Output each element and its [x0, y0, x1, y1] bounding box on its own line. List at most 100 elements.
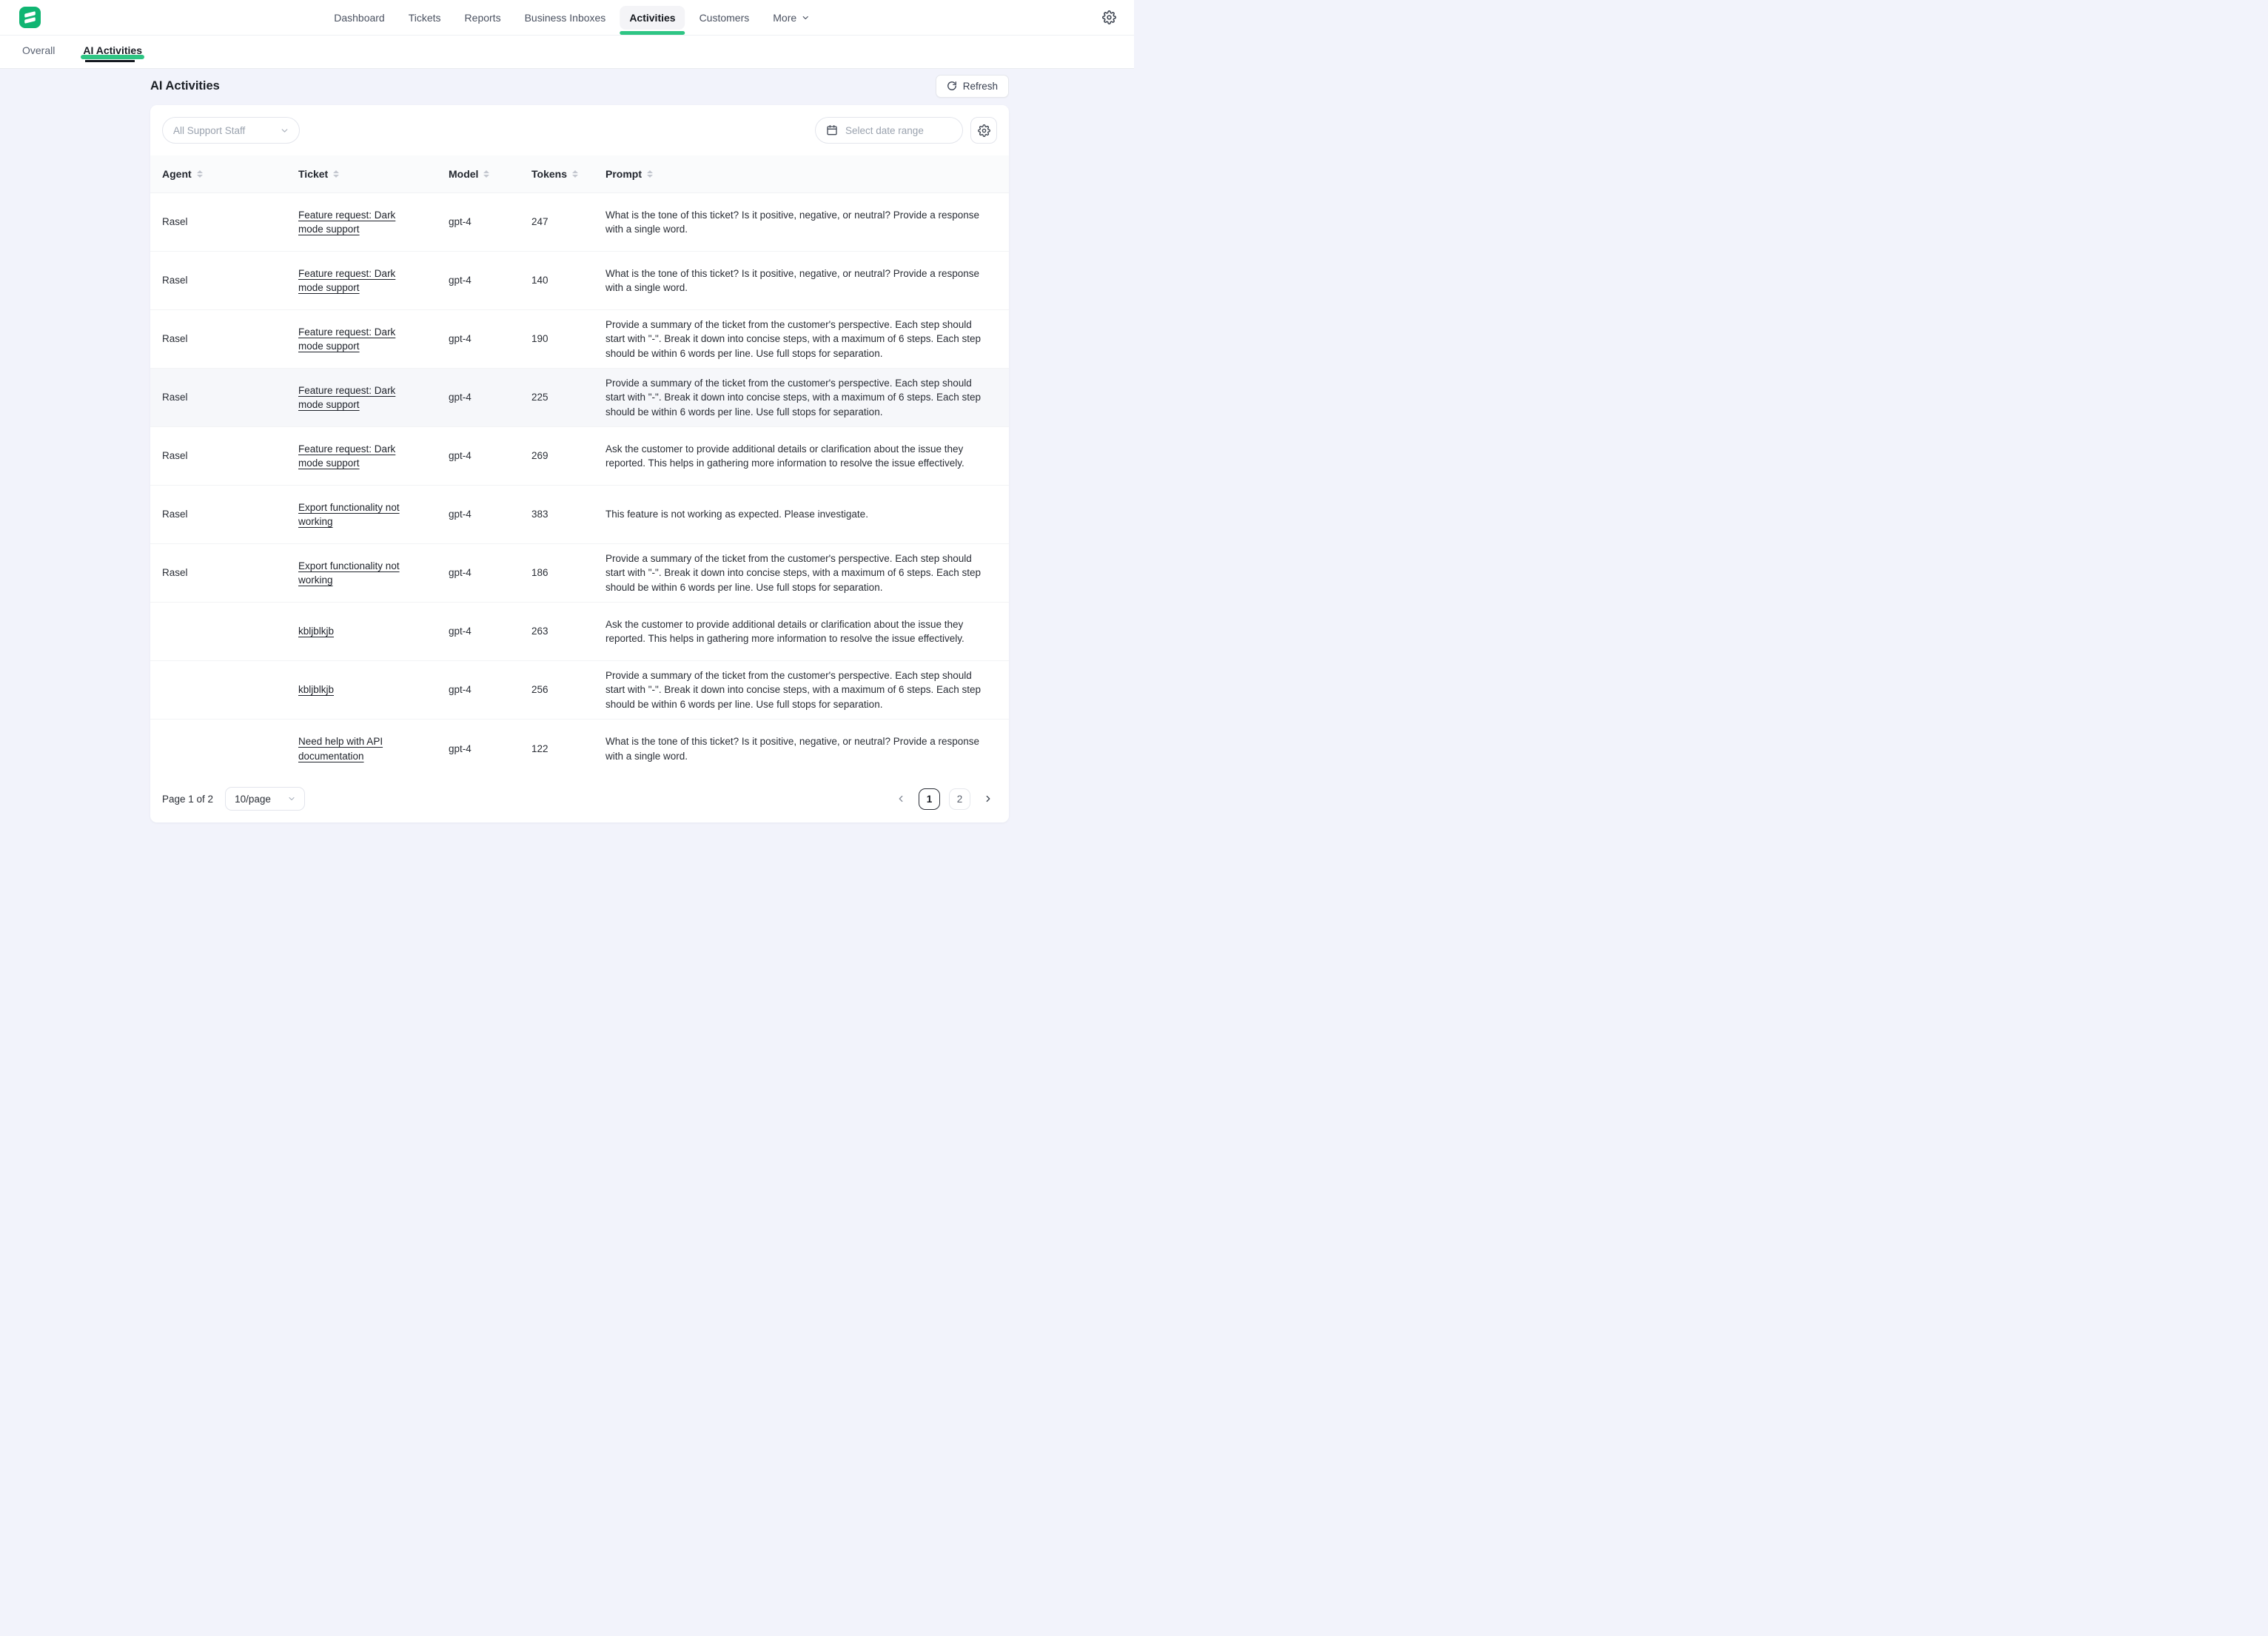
sort-icon[interactable]	[333, 170, 339, 178]
nav-more-label: More	[773, 12, 796, 24]
gear-icon	[978, 124, 990, 137]
ticket-link[interactable]: kbljblkjb	[298, 684, 334, 695]
tokens-cell: 269	[531, 449, 605, 463]
ai-activities-card: All Support Staff Select date range	[150, 105, 1009, 822]
refresh-button[interactable]: Refresh	[936, 75, 1009, 98]
table-row: Rasel Export functionality not working g…	[150, 486, 1009, 544]
page-button-1[interactable]: 1	[919, 788, 940, 810]
tokens-cell: 383	[531, 507, 605, 521]
ticket-cell: Feature request: Dark mode support	[298, 325, 449, 354]
column-header-ticket[interactable]: Ticket	[298, 155, 449, 192]
ticket-link[interactable]: Feature request: Dark mode support	[298, 268, 395, 293]
model-cell: gpt-4	[449, 390, 531, 404]
agent-cell: Rasel	[162, 390, 298, 404]
column-header-tokens[interactable]: Tokens	[531, 155, 605, 192]
model-cell: gpt-4	[449, 215, 531, 229]
table-row: Rasel Export functionality not working g…	[150, 544, 1009, 603]
page-button-2[interactable]: 2	[949, 788, 970, 810]
ticket-cell: Export functionality not working	[298, 559, 449, 588]
sort-icon[interactable]	[197, 170, 203, 178]
column-label: Ticket	[298, 168, 328, 180]
pagination: 1 2	[892, 788, 997, 810]
nav-item-dashboard[interactable]: Dashboard	[324, 6, 394, 30]
prompt-cell: Provide a summary of the ticket from the…	[605, 318, 997, 361]
next-page-button[interactable]	[979, 790, 997, 808]
model-cell: gpt-4	[449, 683, 531, 697]
column-header-prompt[interactable]: Prompt	[605, 155, 997, 192]
main-nav: Dashboard Tickets Reports Business Inbox…	[324, 0, 819, 35]
page-header: AI Activities Refresh	[150, 73, 1009, 98]
model-cell: gpt-4	[449, 624, 531, 638]
table-footer: Page 1 of 2 10/page 1 2	[150, 778, 1009, 822]
calendar-icon	[826, 124, 838, 136]
previous-page-button[interactable]	[892, 790, 910, 808]
per-page-value: 10/page	[235, 794, 271, 805]
date-range-placeholder: Select date range	[845, 125, 924, 136]
ticket-link[interactable]: kbljblkjb	[298, 626, 334, 637]
nav-item-more[interactable]: More	[763, 6, 819, 30]
prompt-cell: Provide a summary of the ticket from the…	[605, 376, 997, 419]
table-row: Rasel Feature request: Dark mode support…	[150, 369, 1009, 427]
ticket-cell: Export functionality not working	[298, 500, 449, 529]
prompt-cell: What is the tone of this ticket? Is it p…	[605, 266, 997, 295]
ticket-link[interactable]: Export functionality not working	[298, 502, 400, 527]
ticket-link[interactable]: Feature request: Dark mode support	[298, 443, 395, 469]
ticket-cell: kbljblkjb	[298, 624, 449, 638]
nav-item-reports[interactable]: Reports	[455, 6, 511, 30]
tokens-cell: 263	[531, 624, 605, 638]
tab-ai-activities[interactable]: AI Activities	[83, 44, 142, 64]
chevron-down-icon	[801, 13, 810, 22]
ticket-cell: Need help with API documentation	[298, 734, 449, 763]
model-cell: gpt-4	[449, 742, 531, 756]
chevron-down-icon	[280, 126, 289, 135]
ticket-cell: Feature request: Dark mode support	[298, 442, 449, 471]
prompt-cell: Provide a summary of the ticket from the…	[605, 668, 997, 711]
tokens-cell: 225	[531, 390, 605, 404]
global-settings-button[interactable]	[1102, 10, 1116, 24]
nav-item-business-inboxes[interactable]: Business Inboxes	[515, 6, 616, 30]
per-page-select[interactable]: 10/page	[225, 787, 305, 811]
column-header-model[interactable]: Model	[449, 155, 531, 192]
tokens-cell: 190	[531, 332, 605, 346]
table-settings-button[interactable]	[970, 117, 997, 144]
nav-item-activities[interactable]: Activities	[620, 6, 685, 30]
footer-left: Page 1 of 2 10/page	[162, 787, 305, 811]
date-range-picker[interactable]: Select date range	[815, 117, 963, 144]
prompt-cell: What is the tone of this ticket? Is it p…	[605, 208, 997, 237]
ticket-link[interactable]: Export functionality not working	[298, 560, 400, 586]
tokens-cell: 247	[531, 215, 605, 229]
sort-icon[interactable]	[483, 170, 489, 178]
prompt-cell: Ask the customer to provide additional d…	[605, 617, 997, 646]
agent-cell: Rasel	[162, 449, 298, 463]
table-body: Rasel Feature request: Dark mode support…	[150, 193, 1009, 778]
app-logo[interactable]	[19, 7, 41, 28]
chevron-down-icon	[287, 794, 296, 803]
tab-overall[interactable]: Overall	[22, 44, 55, 64]
sort-icon[interactable]	[647, 170, 653, 178]
nav-item-customers[interactable]: Customers	[690, 6, 759, 30]
agent-cell: Rasel	[162, 332, 298, 346]
tokens-cell: 140	[531, 273, 605, 287]
table-row: Rasel Feature request: Dark mode support…	[150, 193, 1009, 252]
content-area: AI Activities Refresh All Support Staff	[150, 73, 1009, 822]
sort-icon[interactable]	[572, 170, 578, 178]
prompt-cell: This feature is not working as expected.…	[605, 507, 997, 521]
column-header-agent[interactable]: Agent	[162, 155, 298, 192]
ticket-cell: Feature request: Dark mode support	[298, 208, 449, 237]
ticket-link[interactable]: Need help with API documentation	[298, 736, 383, 761]
column-label: Prompt	[605, 168, 642, 180]
table-row: Rasel Feature request: Dark mode support…	[150, 427, 1009, 486]
ticket-link[interactable]: Feature request: Dark mode support	[298, 385, 395, 410]
agent-cell: Rasel	[162, 273, 298, 287]
tokens-cell: 122	[531, 742, 605, 756]
ticket-link[interactable]: Feature request: Dark mode support	[298, 209, 395, 235]
model-cell: gpt-4	[449, 566, 531, 580]
page-info: Page 1 of 2	[162, 794, 213, 805]
gear-icon	[1102, 10, 1116, 24]
model-cell: gpt-4	[449, 332, 531, 346]
column-label: Model	[449, 168, 478, 180]
logo-stripe	[24, 17, 36, 24]
support-staff-select[interactable]: All Support Staff	[162, 117, 300, 144]
ticket-link[interactable]: Feature request: Dark mode support	[298, 326, 395, 352]
nav-item-tickets[interactable]: Tickets	[399, 6, 451, 30]
